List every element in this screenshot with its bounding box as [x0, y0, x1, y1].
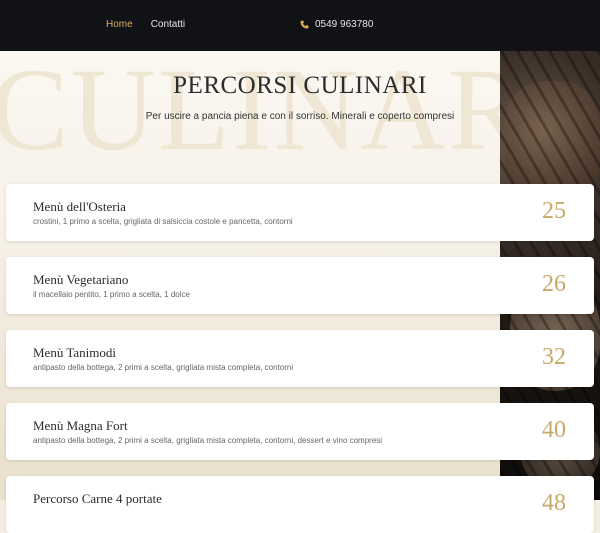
menu-price: 26	[542, 271, 566, 297]
menu-name: Menù Tanimodi	[33, 345, 116, 360]
menu-description: antipasto della bottega, 2 primi a scelt…	[33, 436, 383, 445]
page-title: PERCORSI CULINARI	[173, 72, 427, 99]
phone-contact[interactable]: 0549 963780	[300, 19, 373, 30]
phone-icon	[300, 20, 309, 29]
menu-card[interactable]: Menù Vegetariano il macellaio pentito, 1…	[6, 257, 594, 314]
hero-watermark: CULINARI	[0, 51, 500, 175]
menu-name: Menù Magna Fort	[33, 418, 128, 433]
page-subtitle: Per uscire a pancia piena e con il sorri…	[145, 111, 455, 122]
menu-name: Menù Vegetariano	[33, 272, 129, 287]
phone-number[interactable]: 0549 963780	[315, 19, 373, 30]
menu-price: 48	[542, 490, 566, 516]
menu-price: 25	[542, 198, 566, 224]
menu-card[interactable]: Menù Tanimodi antipasto della bottega, 2…	[6, 330, 594, 387]
nav-link-contatti[interactable]: Contatti	[151, 19, 185, 30]
main-nav: Home Contatti	[106, 19, 185, 30]
top-navigation-bar: Home Contatti 0549 963780	[0, 0, 600, 51]
menu-price: 32	[542, 344, 566, 370]
menu-description: antipasto della bottega, 2 primi a scelt…	[33, 363, 294, 372]
menu-card[interactable]: Percorso Carne 4 portate 48	[6, 476, 594, 533]
menu-card[interactable]: Menù Magna Fort antipasto della bottega,…	[6, 403, 594, 460]
nav-link-home[interactable]: Home	[106, 19, 133, 30]
menu-description: il macellaio pentito, 1 primo a scelta, …	[33, 290, 190, 299]
menu-name: Percorso Carne 4 portate	[33, 491, 162, 506]
menu-name: Menù dell'Osteria	[33, 199, 126, 214]
menu-card[interactable]: Menù dell'Osteria crostini, 1 primo a sc…	[6, 184, 594, 241]
menu-description: crostini, 1 primo a scelta, grigliata di…	[33, 217, 293, 226]
menu-price: 40	[542, 417, 566, 443]
